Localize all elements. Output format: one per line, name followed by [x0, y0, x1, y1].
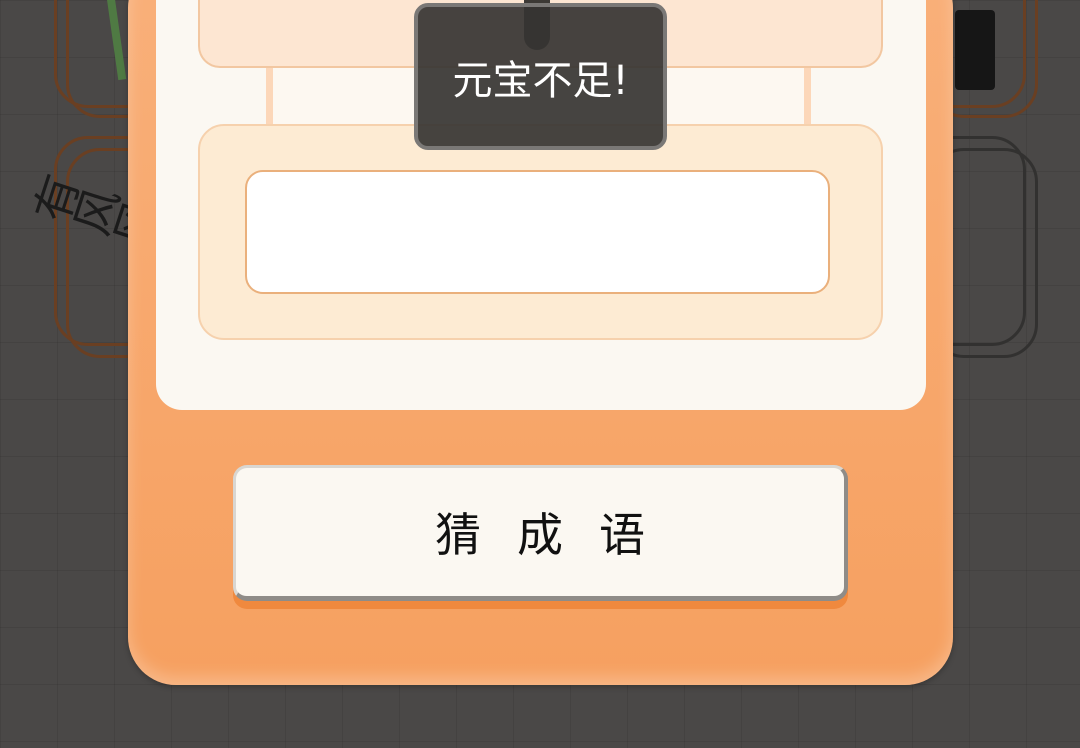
insufficient-ingots-toast: 元宝不足!	[414, 3, 667, 150]
answer-input[interactable]	[245, 170, 830, 294]
tile-glyph-fragment	[955, 10, 995, 90]
answer-area	[198, 124, 883, 340]
toast-message: 元宝不足!	[452, 57, 629, 104]
guess-idiom-button[interactable]: 猜成语	[233, 465, 848, 601]
